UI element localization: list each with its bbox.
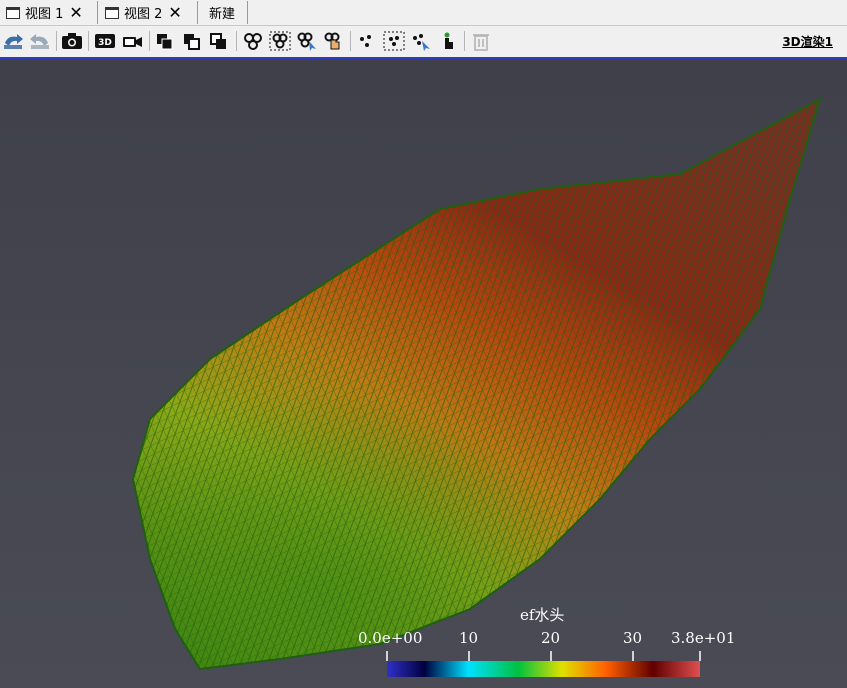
trash-icon [473, 34, 489, 51]
toolbar-separator [149, 31, 150, 51]
toolbar-separator [88, 31, 89, 51]
layer-back-button[interactable] [180, 29, 204, 53]
legend-tick-label: 30 [623, 629, 643, 647]
layer-both-icon [210, 33, 226, 49]
interactive-select-points-button[interactable] [409, 29, 433, 53]
reset-camera-icon [4, 34, 23, 49]
3d-icon: 3D [95, 34, 115, 48]
legend-tick-label: 3.8e+01 [671, 629, 736, 647]
delete-selection-button[interactable] [469, 29, 493, 53]
redo-camera-icon [30, 34, 49, 49]
tab-view-1[interactable]: 视图 1 ✕ [0, 1, 98, 24]
interactive-select-points-icon [413, 34, 430, 51]
hover-cells-icon [324, 32, 340, 50]
legend-tick-label: 0.0e+00 [358, 629, 423, 647]
tab-label: 视图 1 [25, 7, 64, 22]
layer-back-icon [184, 34, 200, 50]
view-toolbar: 3D 3D渲染1 [0, 26, 847, 56]
select-cells-frustum-icon [269, 31, 291, 51]
record-button[interactable] [120, 29, 144, 53]
window-icon [6, 6, 20, 19]
video-camera-icon [123, 37, 142, 47]
select-points-icon [360, 35, 371, 47]
select-points-frustum-button[interactable] [382, 29, 406, 53]
select-cells-icon [244, 33, 262, 50]
layer-front-icon [157, 34, 173, 50]
layer-front-button[interactable] [153, 29, 177, 53]
hover-cells-button[interactable] [321, 29, 345, 53]
hover-points-icon [444, 32, 453, 49]
interactive-select-cells-icon [297, 32, 316, 51]
select-points-button[interactable] [355, 29, 379, 53]
select-cells-button[interactable] [241, 29, 265, 53]
toolbar-separator [56, 31, 57, 51]
tab-label: 视图 2 [124, 7, 163, 22]
toolbar-separator [236, 31, 237, 51]
camera-icon [62, 33, 82, 49]
hover-points-button[interactable] [435, 29, 459, 53]
tab-view-2[interactable]: 视图 2 ✕ [99, 1, 198, 24]
tab-new[interactable]: 新建 [199, 1, 248, 24]
tab-bar: 视图 1 ✕ 视图 2 ✕ 新建 [0, 0, 847, 26]
toggle-3d-button[interactable]: 3D [93, 29, 117, 53]
close-icon[interactable]: ✕ [69, 4, 82, 21]
screenshot-button[interactable] [60, 29, 84, 53]
toolbar-separator [464, 31, 465, 51]
window-icon [105, 6, 119, 19]
color-legend-bar [386, 651, 701, 677]
legend-tick-label: 10 [459, 629, 479, 647]
3d-text: 3D [98, 38, 112, 48]
redo-camera-button[interactable] [28, 29, 52, 53]
render-view[interactable]: ef水头 0.0e+00 10 20 30 3.8e+01 [0, 57, 847, 688]
toolbar-separator [350, 31, 351, 51]
interactive-select-cells-button[interactable] [295, 29, 319, 53]
select-cells-frustum-button[interactable] [268, 29, 292, 53]
layer-both-button[interactable] [207, 29, 231, 53]
select-points-frustum-icon [383, 31, 405, 51]
legend-title: ef水头 [520, 606, 565, 624]
mesh-surface [131, 96, 822, 671]
tab-label: 新建 [209, 7, 236, 22]
legend-tick-label: 20 [541, 629, 561, 647]
reset-camera-button[interactable] [1, 29, 25, 53]
close-icon[interactable]: ✕ [168, 4, 181, 21]
view-type-button[interactable]: 3D渲染1 [782, 33, 833, 50]
